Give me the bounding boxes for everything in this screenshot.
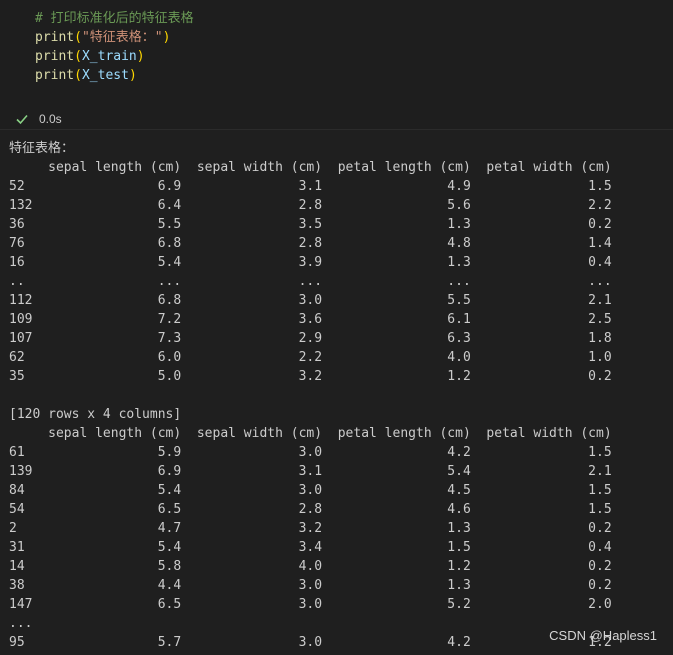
table-row: 132 6.4 2.8 5.6 2.2 [9,198,612,213]
test-table-header: sepal length (cm) sepal width (cm) petal… [9,426,612,441]
code-line-comment: # 打印标准化后的特征表格 [35,9,194,28]
code-cell[interactable]: # 打印标准化后的特征表格 print("特征表格：") print(X_tra… [0,0,673,130]
table-row: .. ... ... ... ... [9,274,612,289]
run-time: 0.0s [39,112,62,126]
table-row: 139 6.9 3.1 5.4 2.1 [9,464,612,479]
table-row: 16 5.4 3.9 1.3 0.4 [9,255,612,270]
table-row: 61 5.9 3.0 4.2 1.5 [9,445,612,460]
code-string: "特征表格：" [81,30,163,45]
table-row: 107 7.3 2.9 6.3 1.8 [9,331,612,346]
watermark: CSDN @Hapless1 [549,628,657,643]
table-row: 62 6.0 2.2 4.0 1.0 [9,350,612,365]
table-row: 2 4.7 3.2 1.3 0.2 [9,521,612,536]
code-open-paren: ( [74,30,82,45]
code-function: print [35,68,75,83]
table-row: 14 5.8 4.0 1.2 0.2 [9,559,612,574]
table-row: 52 6.9 3.1 4.9 1.5 [9,179,612,194]
table-row: ... [9,616,33,631]
code-function: print [35,30,75,45]
table-row: 54 6.5 2.8 4.6 1.5 [9,502,612,517]
code-close-paren: ) [162,30,171,45]
cell-left-bar [0,0,3,129]
table-row: 95 5.7 3.0 4.2 1.2 [9,635,612,650]
table-row: 109 7.2 3.6 6.1 2.5 [9,312,612,327]
table-row: 76 6.8 2.8 4.8 1.4 [9,236,612,251]
code-variable: X_train [81,49,137,64]
code-open-paren: ( [74,49,82,64]
code-line-print-label: print("特征表格：") [35,28,194,47]
cell-output: 特征表格： sepal length (cm) sepal width (cm)… [9,139,612,652]
code-line-print-train: print(X_train) [35,47,194,66]
output-label: 特征表格： [9,141,75,156]
code-close-paren: ) [128,68,137,83]
table-row: 84 5.4 3.0 4.5 1.5 [9,483,612,498]
check-icon [16,114,28,125]
train-table-header: sepal length (cm) sepal width (cm) petal… [9,160,612,175]
code-close-paren: ) [136,49,145,64]
code-function: print [35,49,75,64]
code-open-paren: ( [74,68,82,83]
code-editor[interactable]: # 打印标准化后的特征表格 print("特征表格：") print(X_tra… [35,9,194,85]
table-row: 35 5.0 3.2 1.2 0.2 [9,369,612,384]
table-row: 31 5.4 3.4 1.5 0.4 [9,540,612,555]
table-row: 112 6.8 3.0 5.5 2.1 [9,293,612,308]
execution-status: 0.0s [15,110,62,128]
table-row: 147 6.5 3.0 5.2 2.0 [9,597,612,612]
code-comment: # 打印标准化后的特征表格 [35,11,194,26]
code-line-print-test: print(X_test) [35,66,194,85]
table-row: 36 5.5 3.5 1.3 0.2 [9,217,612,232]
table-row: 38 4.4 3.0 1.3 0.2 [9,578,612,593]
train-table-summary: [120 rows x 4 columns] [9,407,182,422]
code-variable: X_test [81,68,129,83]
